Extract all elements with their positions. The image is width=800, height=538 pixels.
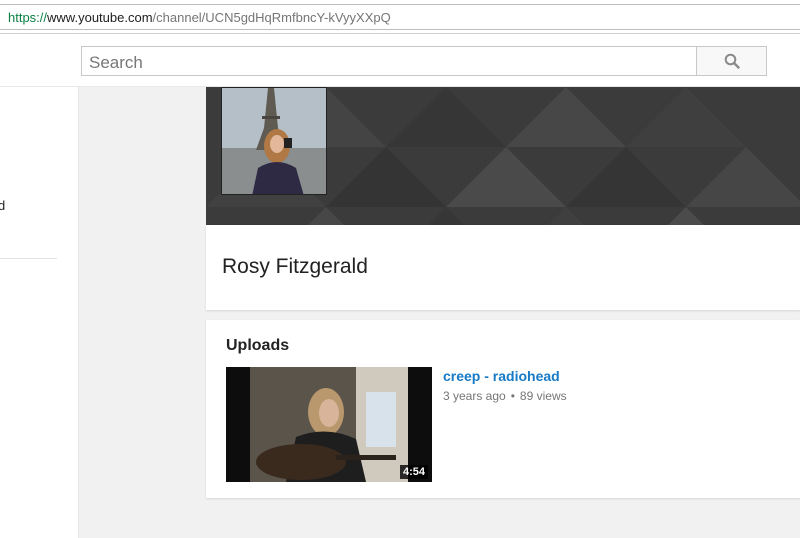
video-title-link[interactable]: creep - radiohead xyxy=(443,368,560,384)
masthead: Search xyxy=(0,34,800,87)
video-views: 89 views xyxy=(519,389,567,403)
guide-item-label[interactable]: d xyxy=(0,198,5,213)
url-scheme: https:// xyxy=(8,10,48,25)
url-path: /channel/UCN5gdHqRmfbncY-kVyyXXpQ xyxy=(152,10,391,25)
channel-avatar[interactable] xyxy=(221,87,327,195)
meta-separator: • xyxy=(510,389,515,403)
search-input[interactable]: Search xyxy=(81,46,697,76)
channel-header: Rosy Fitzgerald xyxy=(206,225,800,310)
video-age: 3 years ago xyxy=(443,389,506,403)
guide-divider xyxy=(0,258,57,259)
video-metadata: 3 years ago • 89 views xyxy=(443,389,567,403)
video-thumbnail[interactable]: 4:54 xyxy=(226,367,432,482)
browser-address-bar: https://www.youtube.com/channel/UCN5gdHq… xyxy=(0,0,800,34)
video-duration: 4:54 xyxy=(399,465,428,479)
uploads-heading[interactable]: Uploads xyxy=(226,337,289,355)
guide-sidebar: d xyxy=(0,87,79,538)
url-host: www.youtube.com xyxy=(47,10,153,25)
url-text: https://www.youtube.com/channel/UCN5gdHq… xyxy=(8,10,391,25)
search-icon xyxy=(724,53,740,69)
search-button[interactable] xyxy=(696,46,767,76)
url-field[interactable]: https://www.youtube.com/channel/UCN5gdHq… xyxy=(0,4,800,30)
avatar-photo xyxy=(222,88,326,194)
uploads-shelf: Uploads 4:54 creep - radiohead 3 years a… xyxy=(206,320,800,498)
search-placeholder: Search xyxy=(89,53,143,72)
channel-title[interactable]: Rosy Fitzgerald xyxy=(222,255,368,279)
